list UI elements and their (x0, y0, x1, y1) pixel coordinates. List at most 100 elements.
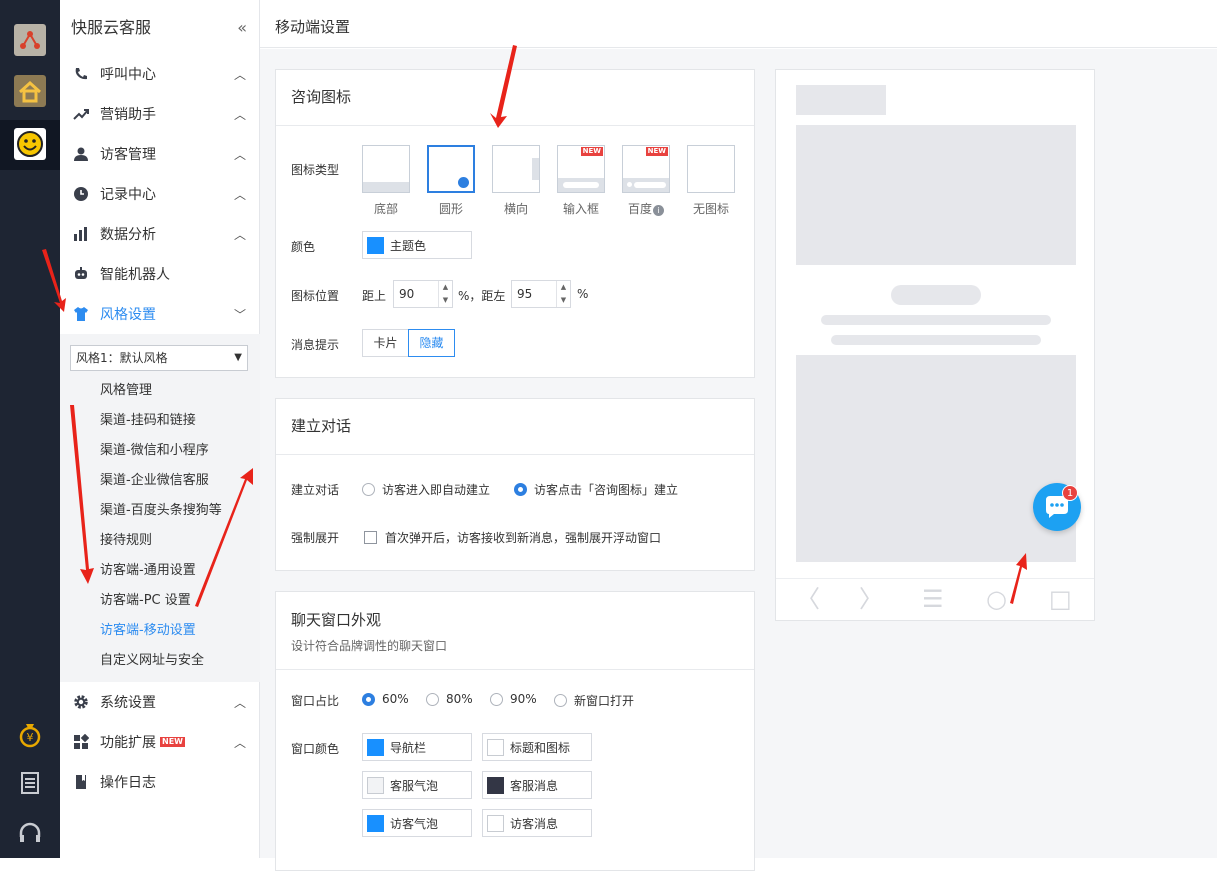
icon-type-label-baidu: 百度 i (613, 200, 679, 217)
sub-item-visitor-mobile[interactable]: 访客端-移动设置 (100, 619, 196, 638)
color-swatch (487, 776, 504, 794)
chevron-down-icon: ﹀ (233, 308, 246, 322)
sidebar-brand: 快服云客服 « (60, 0, 259, 56)
card-subtitle: 设计符合品牌调性的聊天窗口 (291, 639, 448, 653)
icon-type-baidu[interactable]: NEW (622, 145, 670, 193)
left-offset-value: 95 (517, 287, 533, 301)
sidebar-item-label: 呼叫中心 (100, 67, 156, 83)
radio-ratio-80[interactable]: 80% (426, 692, 473, 706)
sidebar-item-marketing[interactable]: 营销助手 ︿ (60, 94, 260, 134)
sidebar-item-extensions[interactable]: 功能扩展 NEW ︿ (60, 722, 260, 762)
top-offset-value: 90 (399, 287, 415, 301)
home-circle-icon: ○ (986, 585, 1007, 613)
radio-circle (362, 692, 375, 706)
radio-click-create[interactable]: 访客点击「咨询图标」建立 (514, 481, 678, 498)
icon-type-circle[interactable] (427, 145, 475, 193)
headset-icon[interactable] (14, 817, 46, 849)
top-offset-input[interactable]: 90 ▲ ▼ (393, 280, 453, 308)
sidebar-item-analytics[interactable]: 数据分析 ︿ (60, 214, 260, 254)
card-title: 建立对话 (276, 399, 754, 455)
color-visitor-bubble[interactable]: 访客气泡 (362, 809, 472, 837)
sub-item-channel-baidu[interactable]: 渠道-百度头条搜狗等 (100, 499, 222, 518)
style-subpanel: 风格1：默认风格 ▼ 风格管理 渠道-挂码和链接 渠道-微信和小程序 渠道-企业… (60, 334, 260, 682)
sub-item-reception-rules[interactable]: 接待规则 (100, 529, 152, 548)
sub-item-style-manage[interactable]: 风格管理 (100, 379, 152, 398)
sub-item-channel-wecom[interactable]: 渠道-企业微信客服 (100, 469, 209, 488)
color-label: 颜色 (291, 240, 316, 254)
gear-icon (72, 693, 90, 711)
home-icon[interactable] (14, 75, 46, 107)
sidebar-item-robot[interactable]: 智能机器人 (60, 254, 260, 294)
sub-item-channel-wechat[interactable]: 渠道-微信和小程序 (100, 439, 209, 458)
square-icon: □ (1049, 585, 1072, 613)
icon-type-bottom[interactable] (362, 145, 410, 193)
hint-hide-button[interactable]: 隐藏 (408, 329, 455, 357)
color-label-text: 客服气泡 (390, 778, 439, 793)
percent-label: % (577, 287, 589, 301)
chevron-up-icon: ︿ (233, 228, 246, 242)
chevron-up-icon: ︿ (233, 108, 246, 122)
document-icon[interactable] (14, 767, 46, 799)
force-expand-checkbox[interactable]: 首次弹开后，访客接收到新消息，强制展开浮动窗口 (364, 529, 661, 546)
sidebar-item-records[interactable]: 记录中心 ︿ (60, 174, 260, 214)
color-visitor-message[interactable]: 访客消息 (482, 809, 592, 837)
icon-position-label: 图标位置 (291, 289, 340, 303)
caret-down-icon: ▼ (234, 352, 242, 363)
radio-label: 80% (446, 692, 473, 706)
window-ratio-label: 窗口占比 (291, 694, 340, 708)
robot-icon (72, 265, 90, 283)
color-agent-bubble[interactable]: 客服气泡 (362, 771, 472, 799)
radio-ratio-60[interactable]: 60% (362, 692, 409, 706)
style-select[interactable]: 风格1：默认风格 ▼ (70, 345, 248, 371)
radio-circle (362, 483, 375, 496)
left-label: %，距左 (458, 289, 506, 303)
icon-type-input[interactable]: NEW (557, 145, 605, 193)
clock-icon (72, 185, 90, 203)
radio-label: 新窗口打开 (574, 694, 635, 708)
sidebar-item-call-center[interactable]: 呼叫中心 ︿ (60, 54, 260, 94)
preview-placeholder (831, 335, 1041, 345)
color-nav-bar[interactable]: 导航栏 (362, 733, 472, 761)
card-title: 聊天窗口外观 (291, 611, 382, 629)
stepper-icon[interactable]: ▲ ▼ (438, 281, 452, 307)
info-icon[interactable]: i (653, 205, 664, 216)
style-select-value: 风格1：默认风格 (76, 351, 168, 365)
left-offset-input[interactable]: 95 ▲ ▼ (511, 280, 571, 308)
sidebar-item-visitors[interactable]: 访客管理 ︿ (60, 134, 260, 174)
stepper-icon[interactable]: ▲ ▼ (556, 281, 570, 307)
color-title-icon[interactable]: 标题和图标 (482, 733, 592, 761)
card-title: 咨询图标 (276, 70, 754, 126)
top-bar: 移动端设置 (260, 0, 1217, 48)
icon-type-none[interactable] (687, 145, 735, 193)
sub-item-channel-code[interactable]: 渠道-挂码和链接 (100, 409, 196, 428)
sidebar-item-system[interactable]: 系统设置 ︿ (60, 682, 260, 722)
color-swatch (487, 814, 504, 832)
collapse-icon[interactable]: « (237, 0, 247, 56)
chat-bubble-button[interactable]: 1 (1033, 483, 1081, 531)
icon-type-horizontal[interactable] (492, 145, 540, 193)
sub-item-custom-url[interactable]: 自定义网址与安全 (100, 649, 204, 668)
sub-item-visitor-general[interactable]: 访客端-通用设置 (100, 559, 196, 578)
smiley-icon[interactable] (14, 128, 46, 160)
icon-type-label-input: 输入框 (562, 202, 599, 216)
card-header: 聊天窗口外观 设计符合品牌调性的聊天窗口 (276, 592, 754, 670)
theme-color-picker[interactable]: 主题色 (362, 231, 472, 259)
grid-icon (72, 733, 90, 751)
sidebar-item-label: 操作日志 (100, 775, 156, 791)
icon-rail: ¥ (0, 0, 60, 858)
sidebar-item-style[interactable]: 风格设置 ﹀ (60, 294, 260, 334)
checkbox-label: 首次弹开后，访客接收到新消息，强制展开浮动窗口 (385, 531, 662, 545)
color-agent-message[interactable]: 客服消息 (482, 771, 592, 799)
radio-new-window[interactable]: 新窗口打开 (554, 692, 634, 709)
forward-icon: 〉 (859, 585, 883, 613)
radio-label: 访客进入即自动建立 (382, 483, 491, 497)
radio-ratio-90[interactable]: 90% (490, 692, 537, 706)
radio-auto-create[interactable]: 访客进入即自动建立 (362, 481, 490, 498)
hint-card-button[interactable]: 卡片 (362, 329, 409, 357)
radio-circle (554, 694, 567, 707)
yellow-app-icon[interactable] (14, 24, 46, 56)
sidebar-item-logs[interactable]: 操作日志 (60, 762, 260, 802)
money-bag-icon[interactable]: ¥ (14, 717, 46, 749)
page-title: 移动端设置 (275, 18, 351, 36)
sub-item-visitor-pc[interactable]: 访客端-PC 设置 (100, 589, 191, 608)
